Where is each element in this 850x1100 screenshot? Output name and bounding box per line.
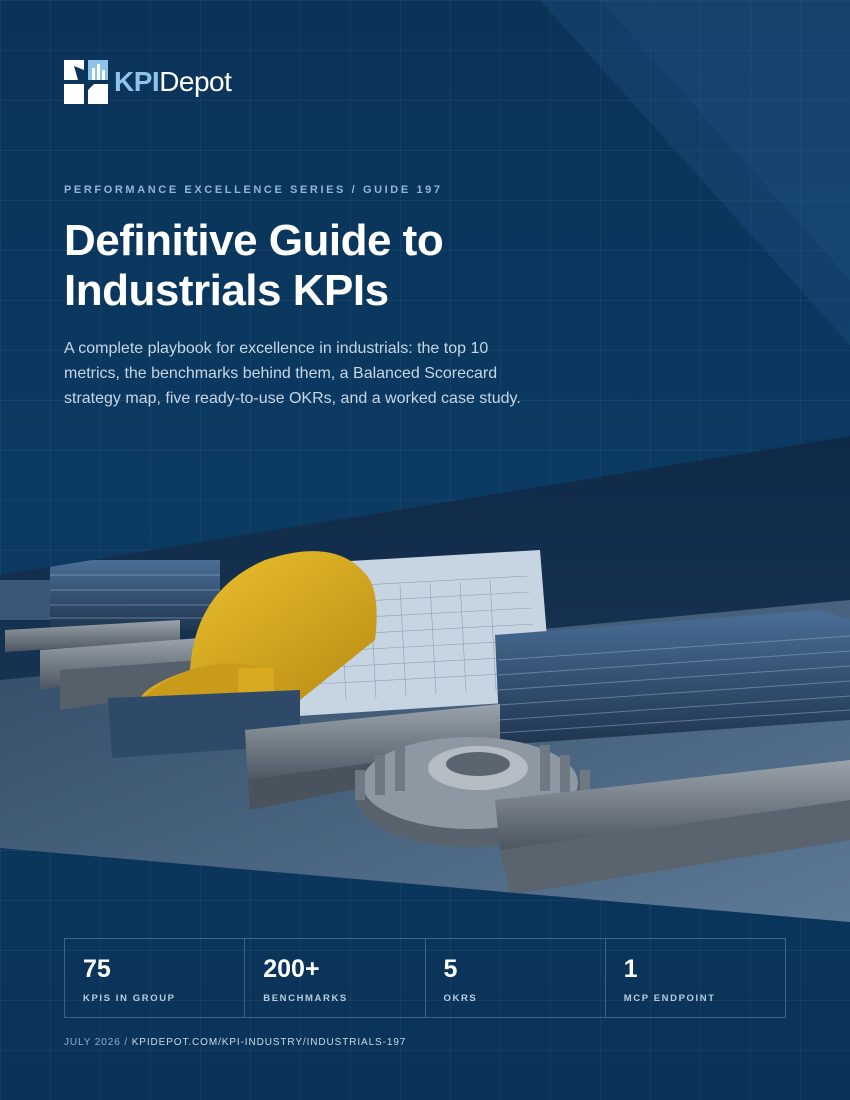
stat-mcp-endpoint: 1 MCP ENDPOINT	[606, 939, 785, 1017]
title-line-1: Definitive Guide to	[64, 216, 444, 265]
brand-name: KPIDepot	[114, 66, 232, 97]
page-title: Definitive Guide to Industrials KPIs	[64, 216, 684, 316]
stat-value: 5	[443, 955, 458, 983]
stat-label: OKRS	[443, 993, 478, 1004]
brand-name-kpi: KPI	[114, 66, 160, 97]
stat-value: 75	[83, 955, 111, 983]
brand-name-depot: Depot	[159, 66, 232, 97]
cover-subtitle: A complete playbook for excellence in in…	[64, 340, 521, 407]
stat-kpis: 75 KPIS IN GROUP	[65, 939, 246, 1017]
title-line-2: Industrials KPIs	[64, 266, 389, 315]
stat-label: BENCHMARKS	[263, 993, 348, 1004]
industrial-photo	[0, 436, 850, 922]
brand-logo[interactable]: KPIDepot	[64, 60, 232, 104]
stat-okrs: 5 OKRS	[426, 939, 606, 1017]
stat-value: 200+	[263, 955, 320, 983]
footer-line: JULY 2026 / KPIDEPOT.COM/KPI-INDUSTRY/IN…	[64, 1037, 406, 1048]
stat-label: MCP ENDPOINT	[623, 993, 716, 1004]
footer-url-link[interactable]: KPIDEPOT.COM/KPI-INDUSTRY/INDUSTRIALS-19…	[132, 1037, 407, 1048]
footer-separator: /	[120, 1037, 132, 1048]
stat-benchmarks: 200+ BENCHMARKS	[245, 939, 426, 1017]
publication-date: JULY 2026	[64, 1037, 121, 1048]
kpidepot-logo-icon	[64, 60, 108, 104]
stats-panel: 75 KPIS IN GROUP 200+ BENCHMARKS 5 OKRS …	[64, 938, 786, 1018]
series-eyebrow: PERFORMANCE EXCELLENCE SERIES / GUIDE 19…	[64, 184, 443, 196]
stat-label: KPIS IN GROUP	[83, 993, 176, 1004]
stat-value: 1	[623, 955, 638, 983]
